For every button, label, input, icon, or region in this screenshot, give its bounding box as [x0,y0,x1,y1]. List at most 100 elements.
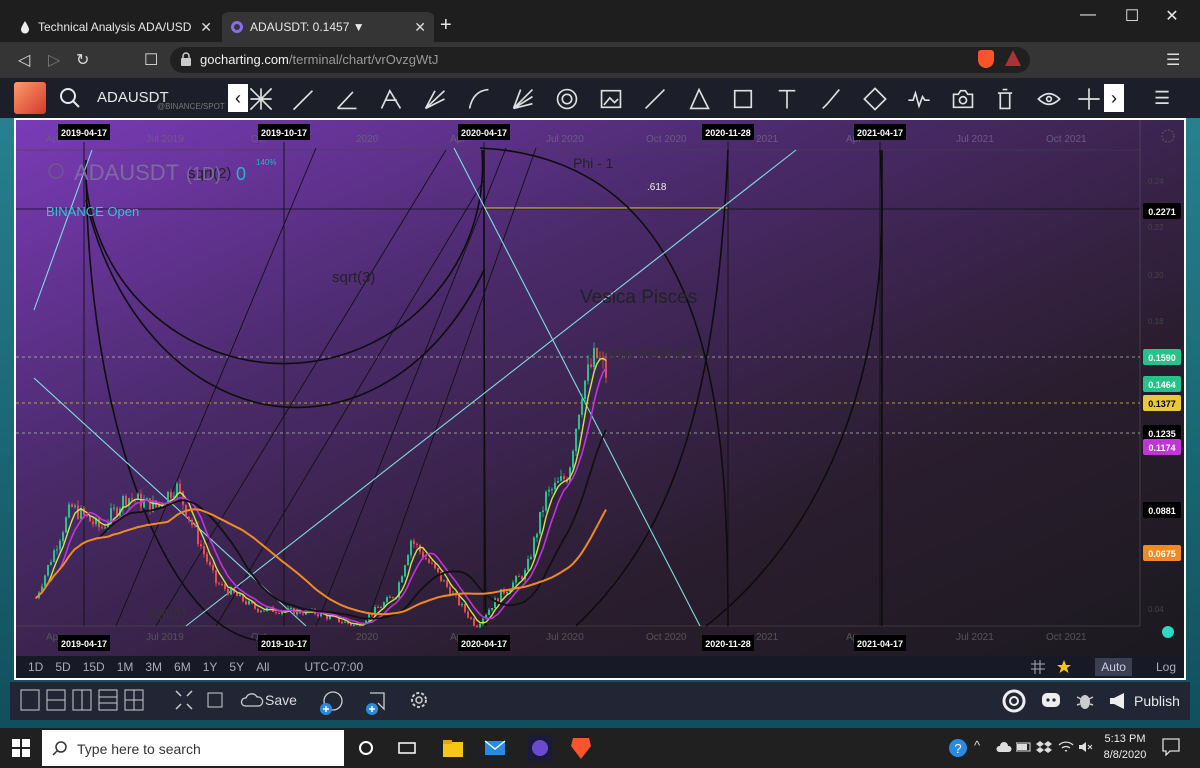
line-icon[interactable] [642,86,668,112]
layout-2row-icon[interactable] [46,689,66,711]
toolbar-scroll-left[interactable]: ‹ [228,84,248,112]
tray-expand-icon[interactable]: ^ [974,738,980,753]
forward-button[interactable]: ▷ [48,50,60,70]
fib-circle-icon[interactable] [554,86,580,112]
layout-4grid-icon[interactable] [124,689,144,711]
fib-fan-icon[interactable] [422,86,448,112]
tab-close-icon[interactable]: ✕ [414,19,426,36]
range-1d[interactable]: 1D [28,660,43,674]
dropbox-icon[interactable] [1036,740,1052,754]
reload-button[interactable]: ↻ [76,50,89,70]
support-lifebuoy-icon[interactable] [1002,689,1026,713]
trash-icon[interactable] [992,86,1018,112]
taskbar-clock[interactable]: 5:13 PM 8/8/2020 [1098,731,1152,763]
range-6m[interactable]: 6M [174,660,191,674]
angle-icon[interactable] [334,86,360,112]
range-3m[interactable]: 3M [145,660,162,674]
auto-scale-button[interactable]: Auto [1095,658,1132,676]
add-template-icon[interactable] [364,689,390,717]
range-all[interactable]: All [256,660,269,674]
window-icon[interactable] [206,689,224,711]
bug-report-icon[interactable] [1074,689,1096,711]
text-icon[interactable] [774,86,800,112]
web-icon[interactable] [248,86,274,112]
candle-body [443,580,445,582]
rectangle-icon[interactable] [730,86,756,112]
eye-icon[interactable] [1036,86,1062,112]
save-button[interactable]: Save [265,692,297,708]
wifi-icon[interactable] [1058,740,1074,754]
crosshair-icon[interactable] [1076,86,1102,112]
range-5y[interactable]: 5Y [229,660,244,674]
candle-body [257,608,259,612]
candle-body [515,576,517,583]
mail-icon[interactable] [484,739,506,757]
candle-body [590,364,592,368]
taskbar-search[interactable]: Type here to search [42,730,344,766]
bottom-axis-label-10: Oct 2021 [1046,632,1087,643]
candle-body [140,493,142,508]
back-button[interactable]: ◁ [18,50,30,70]
close-window-button[interactable]: ✕ [1150,6,1194,26]
publish-button[interactable]: Publish [1108,684,1188,718]
brave-browser-icon[interactable] [570,736,592,760]
image-icon[interactable] [598,86,624,112]
fullscreen-icon[interactable] [174,689,194,711]
candle-body [113,507,115,509]
task-view-icon[interactable] [398,740,416,756]
grid-icon[interactable] [1031,660,1046,674]
brush-icon[interactable] [818,86,844,112]
bookmark-icon[interactable]: ☐ [144,50,158,70]
range-15d[interactable]: 15D [83,660,105,674]
star-icon[interactable] [1057,660,1072,674]
log-scale-button[interactable]: Log [1156,660,1176,674]
toolbar-scroll-right[interactable]: › [1104,84,1124,112]
pitchfork-icon[interactable] [378,86,404,112]
status-dot-icon[interactable] [1162,626,1174,638]
layout-single-icon[interactable] [20,689,40,711]
tab-adausdt[interactable]: ADAUSDT: 0.1457 ▼ ✕ [222,12,434,42]
notifications-icon[interactable] [1162,738,1180,756]
symbol-search[interactable]: ADAUSDT @BINANCE/SPOT [52,82,252,114]
app-logo[interactable] [14,82,46,114]
brave-shield-icon[interactable] [978,50,994,68]
diamond-icon[interactable] [862,86,888,112]
layout-3row-icon[interactable] [98,689,118,711]
range-1y[interactable]: 1Y [203,660,218,674]
curve-icon[interactable] [466,86,492,112]
range-5d[interactable]: 5D [55,660,70,674]
gann-fan-icon[interactable] [510,86,536,112]
maximize-button[interactable]: ☐ [1110,6,1154,26]
trendline-icon[interactable] [290,86,316,112]
cloud-icon[interactable] [240,689,264,711]
range-1m[interactable]: 1M [117,660,134,674]
add-alert-icon[interactable] [320,689,346,717]
brave-rewards-icon[interactable] [1005,50,1021,66]
layout-2col-icon[interactable] [72,689,92,711]
minimize-button[interactable]: — [1066,6,1110,24]
cloud-tray-icon[interactable] [996,741,1012,753]
file-explorer-icon[interactable] [442,738,464,758]
cortana-icon[interactable] [358,740,374,756]
url-host: gocharting.com [200,52,289,67]
windows-start-icon[interactable] [12,739,30,757]
browser-menu-button[interactable]: ☰ [1166,50,1180,70]
battery-icon[interactable] [1016,742,1032,752]
settings-gear-icon[interactable] [408,689,430,711]
app-taskbar-icon[interactable] [528,735,552,761]
candle-body [557,480,559,483]
tab-technical-analysis[interactable]: Technical Analysis ADA/USD ♦ "ph ✕ [10,12,220,42]
triangle-icon[interactable] [686,86,712,112]
timezone[interactable]: UTC-07:00 [304,660,363,674]
app-menu-button[interactable]: ☰ [1154,88,1170,109]
indicator-icon[interactable] [906,86,932,112]
discord-icon[interactable] [1040,689,1062,711]
address-bar[interactable]: gocharting.com/terminal/chart/vrOvzgWtJ [170,47,1030,73]
volume-muted-icon[interactable] [1078,740,1094,754]
new-tab-button[interactable]: + [440,14,452,37]
candle-body [581,399,583,415]
camera-icon[interactable] [950,86,976,112]
help-icon[interactable]: ? [948,738,968,758]
tab-close-icon[interactable]: ✕ [200,19,212,36]
price-chart[interactable]: AprJul 2019Oct2020AprJul 2020Oct 2020202… [16,120,1184,656]
